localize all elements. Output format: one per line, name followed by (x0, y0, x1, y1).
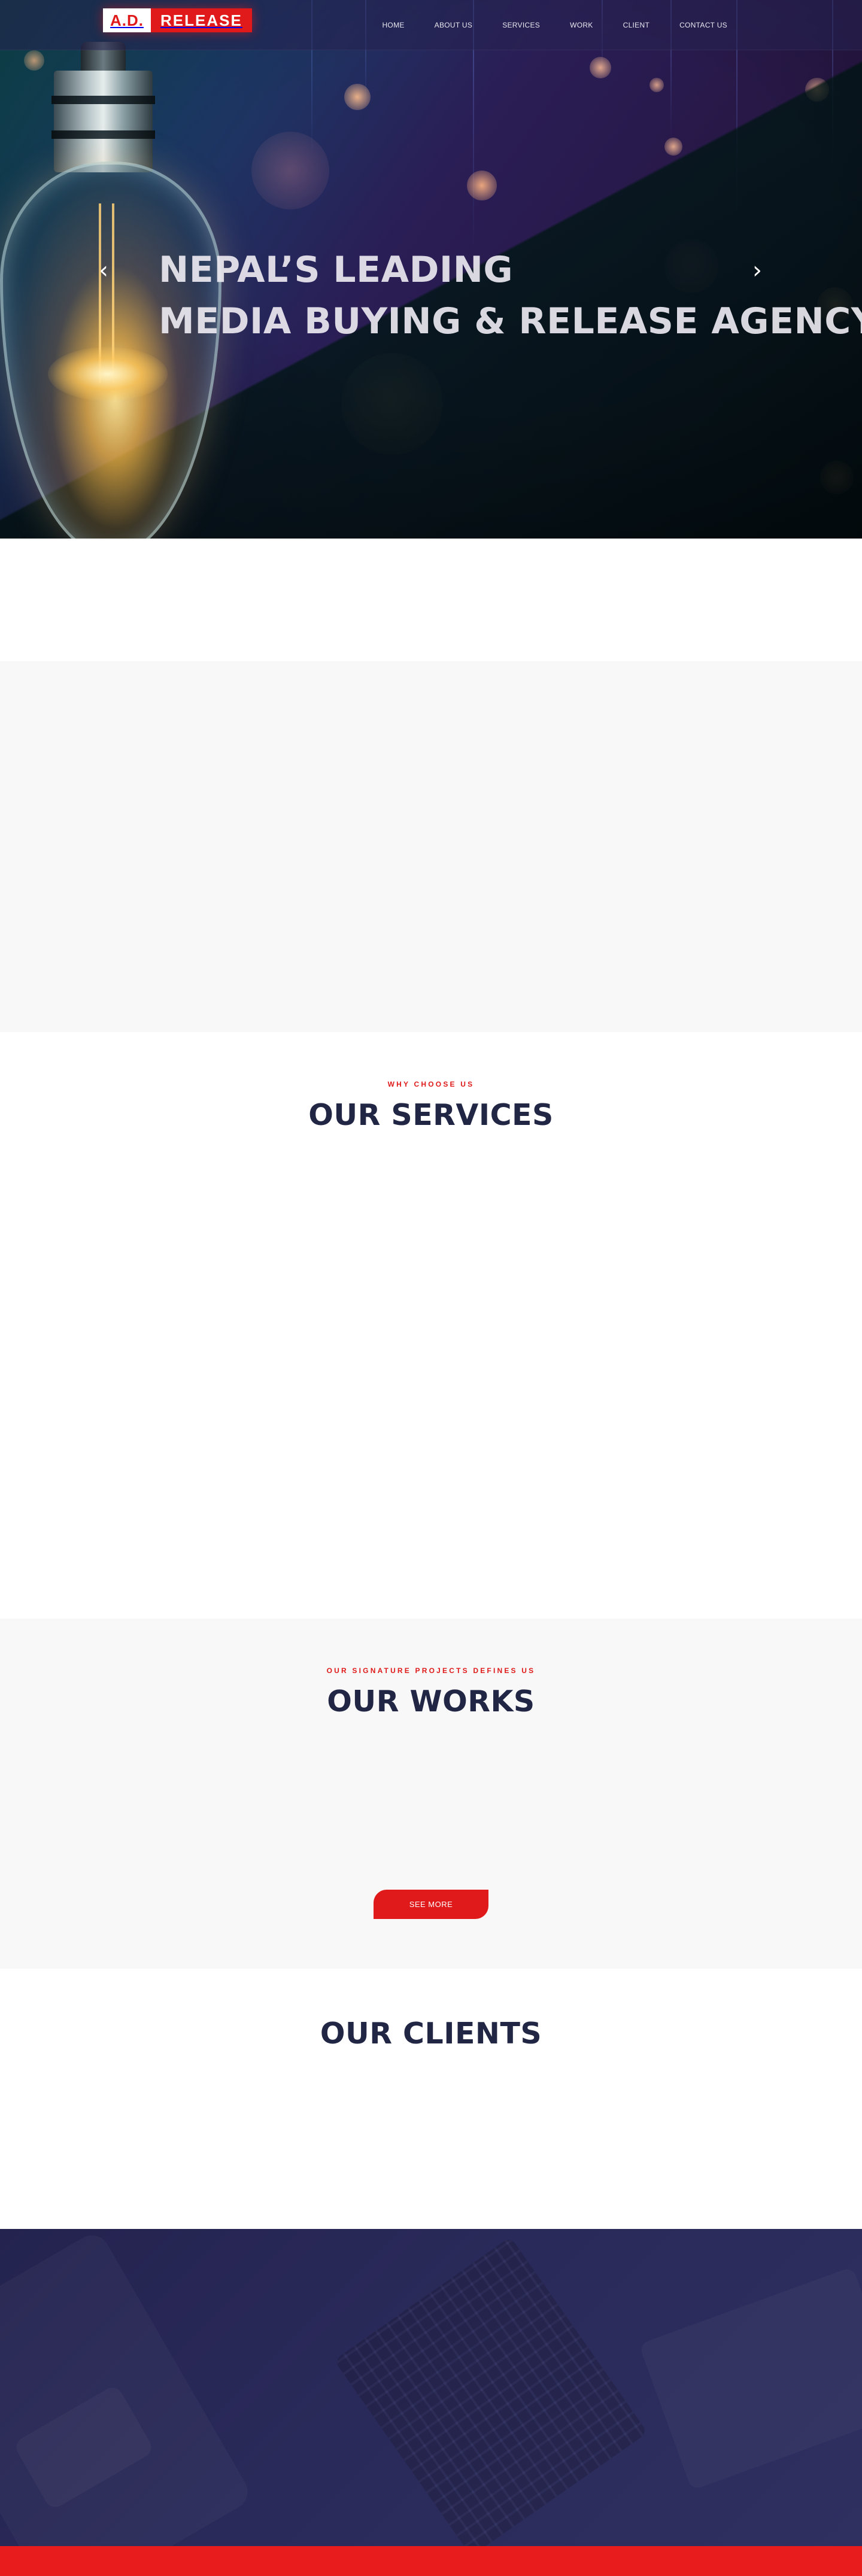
nav-item-about-us[interactable]: ABOUT US (420, 21, 488, 29)
logo-release-text: RELEASE (151, 8, 252, 32)
works-section: OUR SIGNATURE PROJECTS DEFINES US OUR WO… (0, 1619, 862, 1969)
contact-background-section (0, 2229, 862, 2546)
laptop-keyboard-silhouette (333, 2236, 648, 2546)
hero-headline-line2: MEDIA BUYING & RELEASE AGENCY (159, 300, 862, 342)
footer-red-bar (0, 2546, 862, 2576)
services-eyebrow: WHY CHOOSE US (387, 1080, 475, 1088)
about-section (0, 661, 862, 1032)
paper-silhouette (639, 2267, 862, 2490)
see-more-button[interactable]: SEE MORE (374, 1890, 488, 1919)
hero-headline: NEPAL’S LEADING MEDIA BUYING & RELEASE A… (159, 244, 862, 347)
nav-item-home[interactable]: HOME (367, 21, 419, 29)
logo-ad-text: A.D. (103, 8, 151, 32)
nav-item-contact-us[interactable]: CONTACT US (664, 21, 742, 29)
services-section: WHY CHOOSE US OUR SERVICES (0, 1032, 862, 1619)
bulb-band (51, 130, 155, 139)
site-logo[interactable]: A.D. RELEASE (103, 8, 252, 32)
hero-headline-line1: NEPAL’S LEADING (159, 249, 514, 291)
services-title: OUR SERVICES (308, 1098, 554, 1132)
clients-section: OUR CLIENTS (0, 1969, 862, 2229)
nav-item-client[interactable]: CLIENT (608, 21, 664, 29)
works-eyebrow: OUR SIGNATURE PROJECTS DEFINES US (326, 1666, 536, 1675)
bulb-cap (51, 71, 155, 172)
phone-silhouette (0, 2229, 254, 2546)
chevron-left-icon: ‹ (99, 257, 108, 284)
hero-slider: ‹ › NEPAL’S LEADING MEDIA BUYING & RELEA… (0, 0, 862, 539)
bulb-glow (48, 347, 168, 401)
slider-prev-button[interactable]: ‹ (95, 257, 113, 284)
main-nav: HOME ABOUT US SERVICES WORK CLIENT CONTA… (367, 0, 742, 50)
clients-title: OUR CLIENTS (320, 2017, 542, 2051)
spacer-section (0, 539, 862, 661)
works-title: OUR WORKS (327, 1684, 535, 1719)
bulb-band (51, 96, 155, 104)
nav-item-services[interactable]: SERVICES (487, 21, 555, 29)
site-header: A.D. RELEASE HOME ABOUT US SERVICES WORK… (0, 0, 862, 50)
nav-item-work[interactable]: WORK (555, 21, 608, 29)
